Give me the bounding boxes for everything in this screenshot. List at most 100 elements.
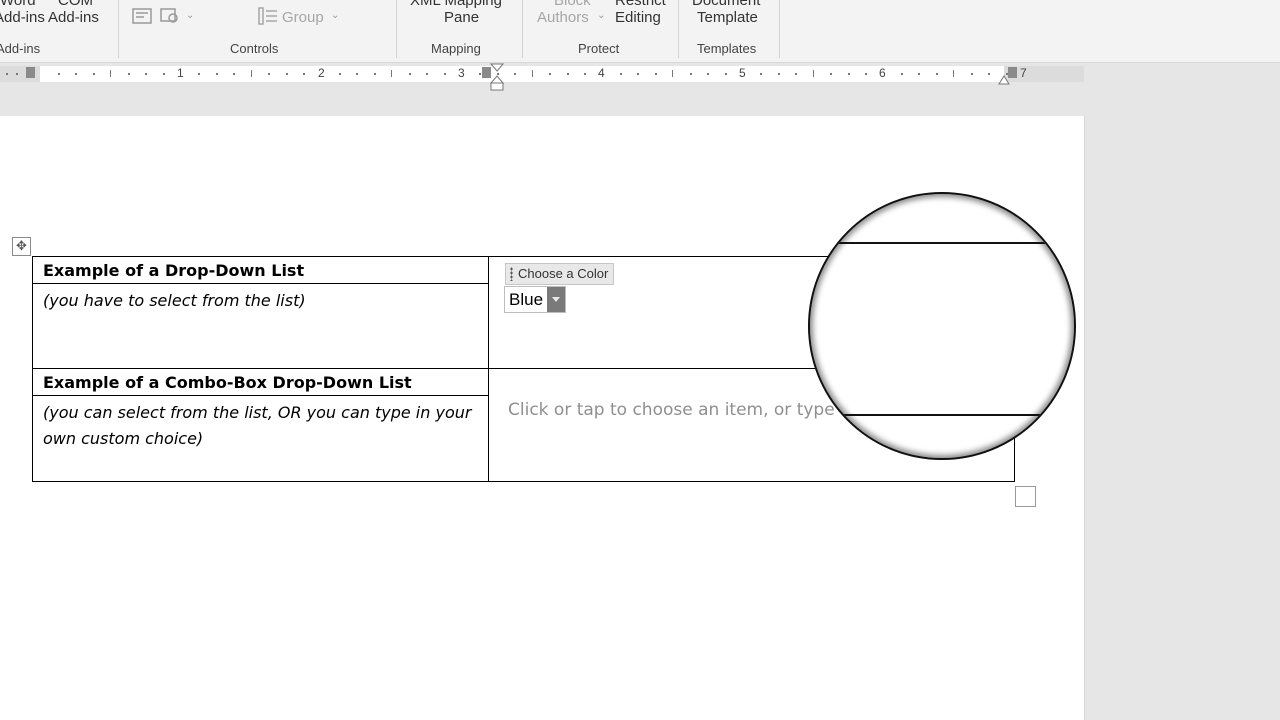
horizontal-ruler[interactable] [40, 66, 1004, 82]
color-dropdown[interactable]: Blue [504, 286, 567, 313]
ruler-dot [163, 73, 165, 75]
block-authors-button-line1[interactable]: Block [554, 0, 591, 9]
ruler-dot [93, 73, 95, 75]
ruler-dot [778, 73, 780, 75]
ruler-dot [936, 73, 938, 75]
group-label-protect: Protect [578, 41, 620, 56]
chevron-down-icon[interactable]: ⌄ [331, 10, 339, 21]
ruler-dot [286, 73, 288, 75]
content-control-tag[interactable]: Choose a Color [505, 263, 615, 285]
ruler-dot [918, 73, 920, 75]
right-indent-marker-icon[interactable] [998, 75, 1010, 85]
ruler-dot [988, 73, 990, 75]
ruler-dot [760, 73, 762, 75]
ruler-dot [303, 73, 305, 75]
block-authors-button[interactable]: Authors [537, 9, 589, 26]
magnified-border-line [810, 242, 1074, 244]
ribbon: Word COM Add-ins Add-ins Add-ins ⌄ Group… [0, 0, 1280, 63]
restrict-editing-button-line1[interactable]: Restrict [615, 0, 666, 9]
ruler-dot [374, 73, 376, 75]
ruler-dot [128, 73, 130, 75]
ruler-dot [479, 73, 481, 75]
ruler-half-tick [953, 70, 954, 77]
ruler-half-tick [110, 70, 111, 77]
document-template-button-line1[interactable]: Document [692, 0, 760, 9]
dropdown-selected-value: Blue [509, 290, 544, 309]
ruler-number: 1 [177, 66, 184, 80]
xml-mapping-pane-button[interactable]: Pane [444, 9, 479, 26]
ruler-dot [426, 73, 428, 75]
legacy-tools-icon[interactable] [132, 6, 152, 26]
ruler-dot [865, 73, 867, 75]
ruler-dot [356, 73, 358, 75]
indent-marker-icon[interactable] [490, 63, 504, 91]
ruler-dot [444, 73, 446, 75]
word-addins-button[interactable]: Add-ins [0, 9, 45, 26]
dropdown-example-note: (you have to select from the list) [43, 291, 306, 310]
ruler-dot [971, 73, 973, 75]
ribbon-separator [522, 0, 523, 58]
ruler-dot [620, 73, 622, 75]
group-button[interactable]: Group [282, 9, 324, 26]
com-addins-button-line1[interactable]: COM [58, 0, 93, 9]
magnifier-lens [808, 192, 1076, 460]
ruler-number: 6 [879, 66, 886, 80]
ruler-dot [584, 73, 586, 75]
table-cell[interactable]: (you can select from the list, OR you ca… [32, 395, 489, 482]
ruler-half-tick [251, 70, 252, 77]
ruler-number: 5 [739, 66, 746, 80]
chevron-down-icon[interactable]: ⌄ [597, 10, 605, 21]
ruler-dot [145, 73, 147, 75]
content-control-title: Choose a Color [518, 266, 609, 281]
ruler-dot [901, 73, 903, 75]
ruler-dot [848, 73, 850, 75]
combo-box-placeholder[interactable]: Click or tap to choose an item, or type [508, 400, 835, 420]
magnified-border-line [810, 414, 1074, 416]
ruler-dot [216, 73, 218, 75]
group-label-templates: Templates [697, 41, 757, 56]
group-label-controls: Controls [230, 41, 279, 56]
ruler-dot [707, 73, 709, 75]
ruler-dot [233, 73, 235, 75]
column-marker[interactable] [26, 67, 35, 78]
ribbon-separator [678, 0, 679, 58]
restrict-editing-button[interactable]: Editing [615, 9, 661, 26]
ruler-dot [6, 73, 8, 75]
group-icon[interactable] [258, 6, 278, 26]
ruler-half-tick [813, 70, 814, 77]
com-addins-button[interactable]: Add-ins [48, 9, 99, 26]
xml-mapping-pane-button-line1[interactable]: XML Mapping [410, 0, 502, 9]
table-cell[interactable]: Example of a Combo-Box Drop-Down List [32, 368, 489, 396]
ruler-number: 3 [458, 66, 465, 80]
ruler-dot [16, 73, 18, 75]
ruler-dot [830, 73, 832, 75]
ruler-dot [198, 73, 200, 75]
ribbon-separator [396, 0, 397, 58]
word-addins-button-line1[interactable]: Word [0, 0, 36, 9]
document-template-button[interactable]: Template [697, 9, 758, 26]
table-resize-handle[interactable] [1015, 486, 1036, 507]
dropdown-example-heading: Example of a Drop-Down List [43, 261, 305, 280]
table-move-handle-icon[interactable]: ✥ [12, 237, 31, 256]
content-control-grip-icon [510, 267, 513, 281]
combobox-example-heading: Example of a Combo-Box Drop-Down List [43, 373, 412, 392]
ruler-dot [409, 73, 411, 75]
chevron-down-icon[interactable]: ⌄ [186, 10, 194, 21]
table-cell[interactable]: Example of a Drop-Down List [32, 256, 489, 284]
ribbon-separator [779, 0, 780, 58]
ruler-dot [514, 73, 516, 75]
ruler-dot [725, 73, 727, 75]
ruler-half-tick [391, 70, 392, 77]
ruler-dot [58, 73, 60, 75]
ruler-number: 7 [1020, 66, 1027, 80]
dropdown-arrow-icon[interactable] [547, 287, 566, 312]
table-cell[interactable]: (you have to select from the list) [32, 283, 489, 369]
ruler-dot [637, 73, 639, 75]
ruler-dot [690, 73, 692, 75]
ruler-dot [795, 73, 797, 75]
combobox-example-note: (you can select from the list, OR you ca… [43, 403, 472, 448]
ruler-half-tick [672, 70, 673, 77]
ruler-number: 4 [598, 66, 605, 80]
ruler-dot [549, 73, 551, 75]
design-mode-icon[interactable] [160, 6, 180, 26]
